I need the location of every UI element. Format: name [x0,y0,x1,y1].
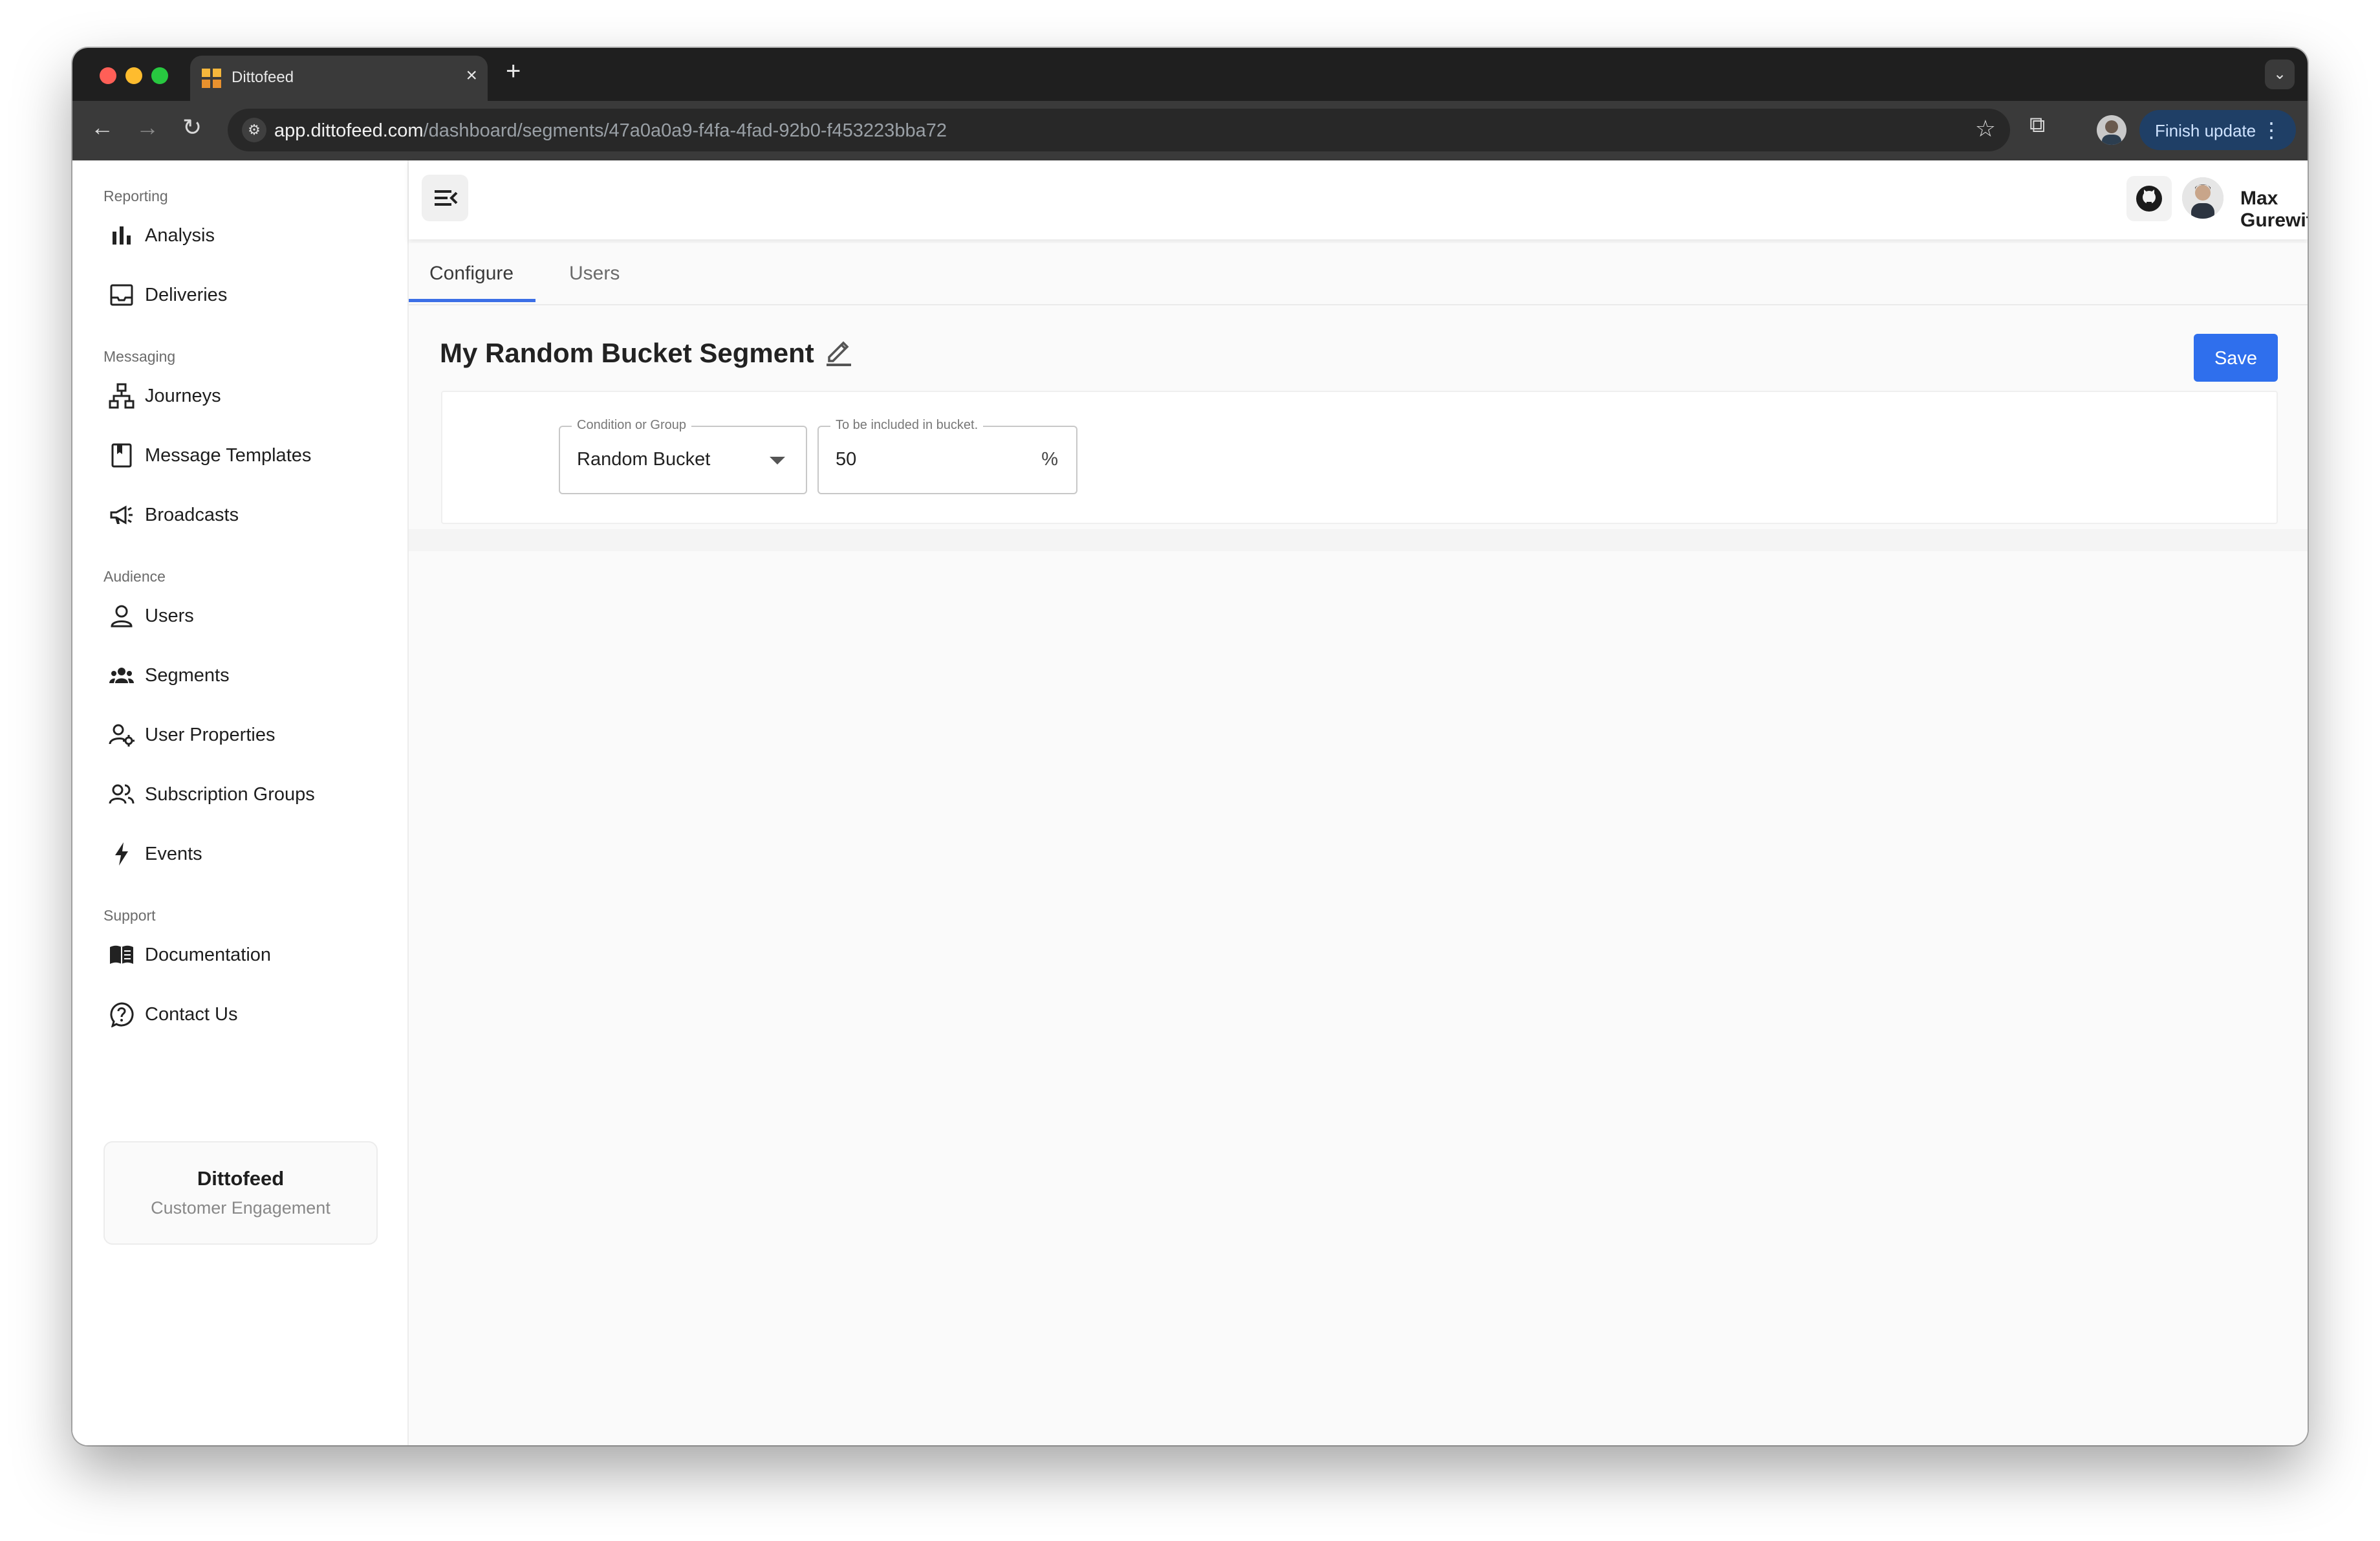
users-icon [109,784,135,804]
sidebar-item-users[interactable]: Users [103,589,382,640]
brand-subtitle: Customer Engagement [151,1198,330,1218]
condition-card: Condition or Group Random Bucket To be i… [441,391,2278,524]
bookmark-book-icon [111,443,132,468]
group-icon [109,668,134,683]
user-avatar[interactable] [2182,177,2223,219]
sidebar-item-label: Documentation [145,945,272,965]
sidebar-item-label: User Properties [145,725,276,745]
sidebar-item-label: Contact Us [145,1004,238,1025]
browser-profile-avatar[interactable] [2097,115,2126,145]
github-button[interactable] [2126,176,2172,221]
brand-name: Dittofeed [197,1167,285,1190]
sidebar-item-label: Broadcasts [145,505,239,525]
browser-tab[interactable]: Dittofeed × [190,56,488,101]
condition-type-select[interactable]: Condition or Group Random Bucket [559,418,807,494]
inbox-icon [110,284,133,306]
pencil-edit-icon[interactable] [820,333,856,369]
sidebar-item-broadcasts[interactable]: Broadcasts [103,488,382,540]
percent-suffix: % [1041,449,1058,470]
condition-type-value: Random Bucket [577,449,711,470]
save-button[interactable]: Save [2194,334,2278,382]
user-name: Max Gurewitz [2240,188,2308,231]
bookmark-star-icon[interactable]: ☆ [1975,115,1996,142]
question-bubble-icon [110,1002,134,1027]
sidebar-item-label: Subscription Groups [145,784,315,805]
sidebar-group-audience: Audience [103,568,166,585]
sidebar-item-documentation[interactable]: Documentation [103,928,382,979]
address-bar[interactable]: ⚙ app.dittofeed.com/dashboard/segments/4… [228,109,2010,151]
extensions-puzzle-icon[interactable]: ⧉ [2029,113,2045,138]
brand-card: Dittofeed Customer Engagement [103,1141,378,1245]
more-vert-icon: ⋮ [2261,118,2282,142]
new-tab-icon[interactable]: + [506,57,521,86]
sidebar-item-label: Message Templates [145,445,312,466]
sidebar-item-journeys[interactable]: Journeys [103,369,382,421]
back-arrow-icon[interactable]: ← [91,114,114,141]
bucket-percent-legend: To be included in bucket. [830,418,984,433]
condition-type-legend: Condition or Group [572,418,691,433]
bolt-icon [115,842,128,866]
tab-users[interactable]: Users [569,263,620,285]
bucket-percent-value: 50 [836,449,857,470]
reload-icon[interactable]: ↻ [182,114,202,141]
site-settings-icon[interactable]: ⚙ [242,118,266,142]
sidebar-item-segments[interactable]: Segments [103,648,382,700]
bucket-percent-input[interactable]: To be included in bucket. 50 % [817,418,1077,494]
sidebar-item-events[interactable]: Events [103,827,382,879]
sidebar-item-user-properties[interactable]: User Properties [103,708,382,760]
megaphone-icon [110,505,133,525]
forward-arrow-icon[interactable]: → [136,114,159,141]
dropdown-arrow-icon [770,457,785,464]
tab-configure[interactable]: Configure [429,263,514,285]
sidebar-item-label: Analysis [145,225,215,246]
sidebar-item-deliveries[interactable]: Deliveries [103,268,382,320]
user-gear-icon [109,724,135,747]
journey-tree-icon [109,383,135,409]
open-book-icon [110,945,133,964]
close-tab-icon[interactable]: × [466,65,477,87]
tab-title: Dittofeed [232,69,294,86]
finish-update-button[interactable]: Finish update ⋮ [2139,110,2296,150]
sidebar-item-label: Deliveries [145,285,228,305]
sidebar: Reporting Analysis Deliveries Messaging … [72,160,409,1445]
sidebar-item-subscription-groups[interactable]: Subscription Groups [103,767,382,819]
active-tab-indicator [409,299,536,302]
app-page: Reporting Analysis Deliveries Messaging … [72,160,2308,1445]
browser-window: Dittofeed × + ⌄ ← → ↻ ⚙ app.dittofeed.co… [72,48,2308,1445]
collapse-sidebar-button[interactable] [422,175,468,221]
dittofeed-favicon-icon [202,69,221,88]
sidebar-group-reporting: Reporting [103,188,168,204]
user-icon [111,605,133,628]
sidebar-item-label: Segments [145,665,230,686]
menu-collapse-icon [435,190,458,206]
url-text: app.dittofeed.com/dashboard/segments/47a… [274,120,947,141]
condition-footer-strip [409,529,2308,551]
sidebar-item-label: Journeys [145,386,221,406]
close-window-button[interactable] [100,67,116,84]
tab-search-icon[interactable]: ⌄ [2265,60,2295,89]
sidebar-item-label: Events [145,844,202,864]
bar-chart-icon [113,226,131,245]
sidebar-group-support: Support [103,907,156,924]
maximize-window-button[interactable] [151,67,168,84]
browser-tab-strip: Dittofeed × + ⌄ [72,48,2308,101]
segment-tabs: Configure Users [409,243,2308,305]
app-header: Max Gurewitz [409,160,2308,239]
browser-toolbar: ← → ↻ ⚙ app.dittofeed.com/dashboard/segm… [72,101,2308,160]
sidebar-item-contact-us[interactable]: Contact Us [103,987,382,1039]
github-icon [2136,186,2162,212]
sidebar-item-message-templates[interactable]: Message Templates [103,428,382,480]
sidebar-item-analysis[interactable]: Analysis [103,208,382,260]
minimize-window-button[interactable] [125,67,142,84]
sidebar-item-label: Users [145,606,194,626]
sidebar-group-messaging: Messaging [103,348,176,365]
segment-title: My Random Bucket Segment [440,338,814,368]
